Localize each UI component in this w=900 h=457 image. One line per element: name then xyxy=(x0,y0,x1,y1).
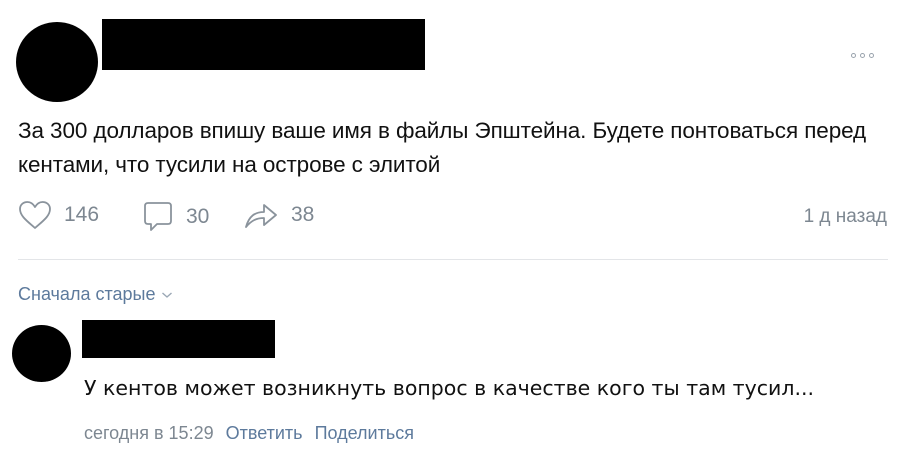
comment-author-avatar[interactable] xyxy=(12,325,71,382)
comment-bubble-icon xyxy=(144,202,172,231)
chevron-down-icon xyxy=(162,291,173,298)
comment-text: У кентов может возникнуть вопрос в качес… xyxy=(84,376,815,400)
divider xyxy=(18,259,888,260)
share-comment-button[interactable]: Поделиться xyxy=(315,423,414,444)
reply-button[interactable]: Ответить xyxy=(226,423,303,444)
post-author-avatar[interactable] xyxy=(16,22,98,102)
post-text: За 300 долларов впишу ваше имя в файлы Э… xyxy=(18,118,867,177)
share-arrow-icon xyxy=(245,204,277,228)
comment-count: 30 xyxy=(186,205,210,228)
share-button[interactable]: 38 xyxy=(243,200,314,230)
post-date[interactable]: 1 д назад xyxy=(804,206,887,228)
comment-time[interactable]: сегодня в 15:29 xyxy=(84,423,214,444)
comment-author-name-redacted xyxy=(82,320,275,358)
comment-button[interactable]: 30 xyxy=(142,200,209,234)
share-count: 38 xyxy=(291,203,315,226)
comments-sort-dropdown[interactable]: Сначала старые xyxy=(18,284,173,305)
heart-icon xyxy=(19,201,51,229)
sort-label: Сначала старые xyxy=(18,284,156,304)
like-button[interactable]: 146 xyxy=(18,200,99,230)
post-author-name-redacted xyxy=(102,19,425,70)
more-dots-icon[interactable] xyxy=(851,53,874,58)
like-count: 146 xyxy=(64,203,100,226)
comment-meta: сегодня в 15:29 Ответить Поделиться xyxy=(84,423,414,444)
